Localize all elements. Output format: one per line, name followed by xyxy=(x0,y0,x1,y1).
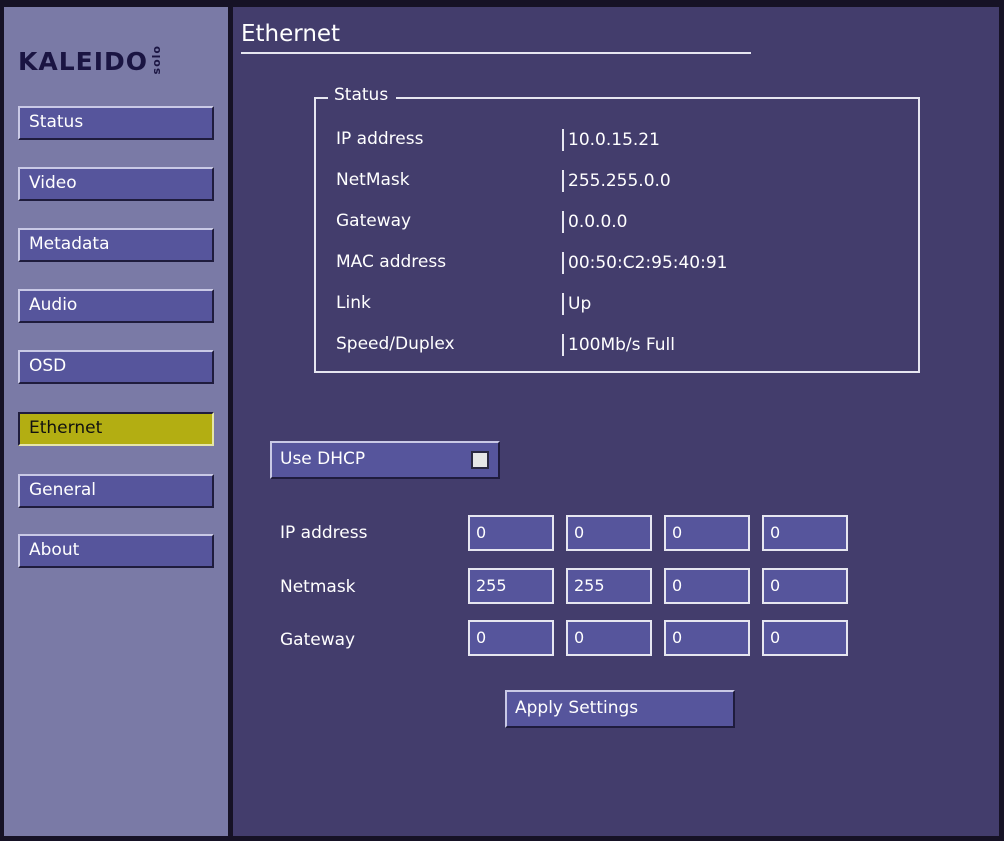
status-label: Speed/Duplex xyxy=(336,334,455,354)
sidebar: KALEIDO solo Status Video Metadata Audio… xyxy=(4,7,228,836)
status-row-link: Link Up xyxy=(336,291,896,319)
nav-audio[interactable]: Audio xyxy=(18,289,214,323)
status-value: 00:50:C2:95:40:91 xyxy=(562,252,727,274)
status-row-speed: Speed/Duplex 100Mb/s Full xyxy=(336,332,896,360)
app-frame: KALEIDO solo Status Video Metadata Audio… xyxy=(0,0,1004,841)
netmask-octet-1-field[interactable]: 255 xyxy=(468,568,554,604)
gateway-label: Gateway xyxy=(280,630,356,650)
status-row-netmask: NetMask 255.255.0.0 xyxy=(336,168,896,196)
netmask-octet-2-field[interactable]: 255 xyxy=(566,568,652,604)
ip-octet-1-field[interactable]: 0 xyxy=(468,515,554,551)
status-row-ip: IP address 10.0.15.21 xyxy=(336,127,896,155)
gateway-octet-3-field[interactable]: 0 xyxy=(664,620,750,656)
dhcp-checkbox[interactable] xyxy=(471,451,489,469)
status-group: Status IP address 10.0.15.21 NetMask 255… xyxy=(314,85,920,373)
ip-address-label: IP address xyxy=(280,523,368,543)
status-row-mac: MAC address 00:50:C2:95:40:91 xyxy=(336,250,896,278)
status-legend: Status xyxy=(328,85,397,105)
ip-octet-4-field[interactable]: 0 xyxy=(762,515,848,551)
status-label: MAC address xyxy=(336,252,447,272)
netmask-octet-4-field[interactable]: 0 xyxy=(762,568,848,604)
status-value: 100Mb/s Full xyxy=(562,334,675,356)
nav-about[interactable]: About xyxy=(18,534,214,568)
nav-video[interactable]: Video xyxy=(18,167,214,201)
netmask-label: Netmask xyxy=(280,577,356,597)
gateway-octet-4-field[interactable]: 0 xyxy=(762,620,848,656)
status-value: 255.255.0.0 xyxy=(562,170,671,192)
ip-octet-2-field[interactable]: 0 xyxy=(566,515,652,551)
status-value: 0.0.0.0 xyxy=(562,211,627,233)
status-label: NetMask xyxy=(336,170,410,190)
logo-text: KALEIDO xyxy=(18,47,149,76)
status-value: 10.0.15.21 xyxy=(562,129,660,151)
status-label: Gateway xyxy=(336,211,412,231)
main-panel: Ethernet Status IP address 10.0.15.21 Ne… xyxy=(233,7,999,836)
status-label: IP address xyxy=(336,129,424,149)
page-title: Ethernet xyxy=(241,21,341,47)
status-value: Up xyxy=(562,293,591,315)
gateway-octet-2-field[interactable]: 0 xyxy=(566,620,652,656)
netmask-octet-3-field[interactable]: 0 xyxy=(664,568,750,604)
logo-subtext: solo xyxy=(150,45,164,75)
nav-osd[interactable]: OSD xyxy=(18,350,214,384)
nav-metadata[interactable]: Metadata xyxy=(18,228,214,262)
nav-general[interactable]: General xyxy=(18,474,214,508)
nav-status[interactable]: Status xyxy=(18,106,214,140)
apply-settings-button[interactable]: Apply Settings xyxy=(505,690,735,728)
nav-ethernet[interactable]: Ethernet xyxy=(18,412,214,446)
use-dhcp-button[interactable]: Use DHCP xyxy=(270,441,500,479)
kaleido-logo: KALEIDO solo xyxy=(18,35,163,85)
use-dhcp-label: Use DHCP xyxy=(280,449,366,469)
status-row-gateway: Gateway 0.0.0.0 xyxy=(336,209,896,237)
status-label: Link xyxy=(336,293,371,313)
title-underline xyxy=(241,52,751,54)
ip-octet-3-field[interactable]: 0 xyxy=(664,515,750,551)
gateway-octet-1-field[interactable]: 0 xyxy=(468,620,554,656)
